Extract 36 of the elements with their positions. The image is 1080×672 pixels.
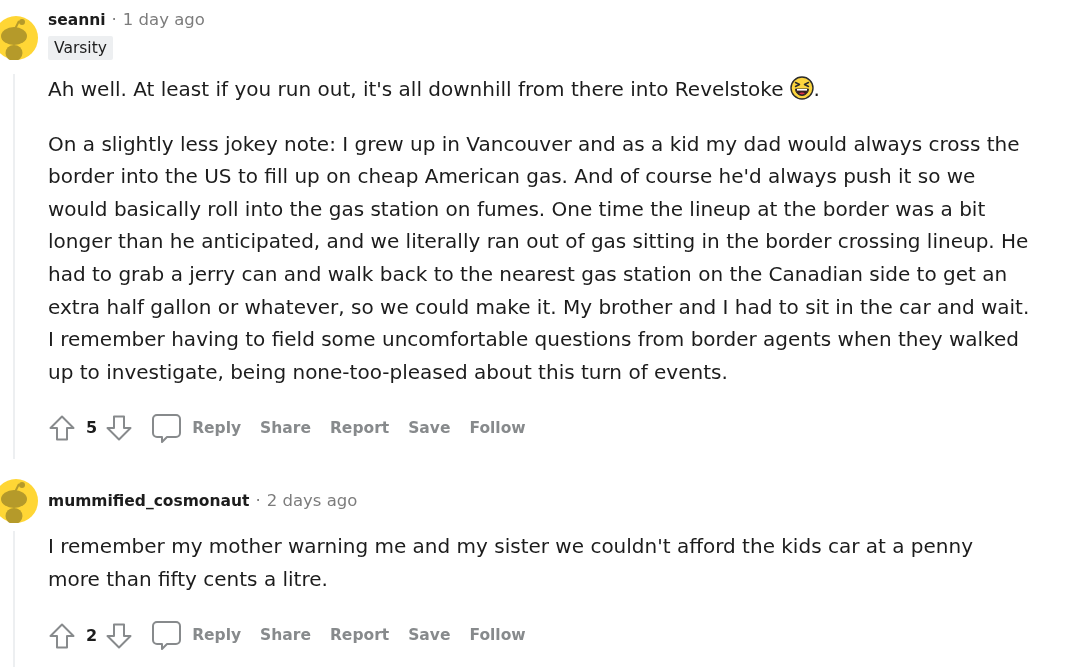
save-button[interactable]: Save xyxy=(408,416,451,440)
share-button[interactable]: Share xyxy=(260,623,311,648)
up-arrow-icon xyxy=(48,621,76,650)
comment-text: I remember my mother warning me and my sister we couldn't afford the kids car at a penny more than fifty cents a litre. xyxy=(48,534,973,591)
comment-icon xyxy=(151,620,183,652)
up-arrow-icon xyxy=(48,414,76,443)
upvote-button[interactable] xyxy=(48,621,76,650)
vote-count: 5 xyxy=(86,417,98,440)
separator-dot: · xyxy=(255,490,261,513)
report-button[interactable]: Report xyxy=(329,623,390,648)
avatar-icon[interactable] xyxy=(0,479,38,524)
username-link[interactable]: seanni xyxy=(48,9,106,31)
vote-count: 2 xyxy=(86,624,98,647)
separator-dot: · xyxy=(111,9,117,31)
timestamp-link[interactable]: 1 day ago xyxy=(122,9,205,31)
avatar-icon[interactable] xyxy=(0,15,38,60)
save-button[interactable]: Save xyxy=(408,623,451,648)
reply-button[interactable]: Reply xyxy=(151,412,242,444)
comment-text: Ah well. At least if you run out, it's all downhill from there into Revelstoke xyxy=(48,77,784,101)
down-arrow-icon xyxy=(105,414,134,443)
comment-icon xyxy=(151,412,183,444)
laughing-face-icon xyxy=(789,76,814,100)
share-button[interactable]: Share xyxy=(260,416,311,440)
downvote-button[interactable] xyxy=(105,414,134,443)
username-link[interactable]: mummified_cosmonaut xyxy=(48,490,250,513)
upvote-button[interactable] xyxy=(48,414,76,443)
timestamp-link[interactable]: 2 days ago xyxy=(266,490,358,513)
comment-text: On a slightly less jokey note: I grew up in Vancouver and as a kid my dad would always cross the border into the US to fill up on cheap American gas. And of course he'd always push it so we would basically roll into the gas station on fumes. One time the lineup at the border was a bit longer than he anticipated, and we literally ran out of gas sitting in the border crossing lineup. He had to grab a jerry can and walk back to the nearest gas station on the Canadian side to get an extra half gallon or whatever, so we could make it. My brother and I had to sit in the car and wait. I remember having to field some uncomfortable questions from border agents when they walked up to investigate, being none-too-pleased about this turn of events. xyxy=(48,131,1030,384)
user-flair: Varsity xyxy=(48,36,113,60)
follow-button[interactable]: Follow xyxy=(469,623,526,648)
follow-button[interactable]: Follow xyxy=(469,416,526,440)
downvote-button[interactable] xyxy=(105,621,134,650)
down-arrow-icon xyxy=(105,621,134,650)
comment-text: . xyxy=(813,77,820,101)
reply-button[interactable]: Reply xyxy=(151,620,242,652)
report-button[interactable]: Report xyxy=(329,416,390,440)
